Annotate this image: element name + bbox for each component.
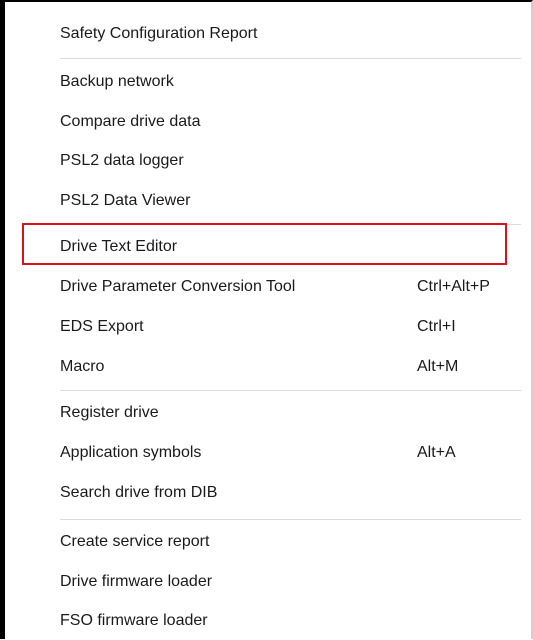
menu-item-macro[interactable]: Macro Alt+M — [5, 348, 531, 386]
menu-separator — [60, 519, 521, 520]
menu-item-drive-firmware-loader[interactable]: Drive firmware loader — [5, 563, 531, 601]
menu-item-drive-parameter-conversion-tool[interactable]: Drive Parameter Conversion Tool Ctrl+Alt… — [5, 268, 531, 306]
menu-item-label: Drive firmware loader — [60, 573, 213, 590]
menu-item-safety-configuration-report[interactable]: Safety Configuration Report — [5, 15, 531, 53]
menu-item-eds-export[interactable]: EDS Export Ctrl+I — [5, 308, 531, 346]
menu-item-label: FSO firmware loader — [60, 612, 208, 629]
menu-item-label: Search drive from DIB — [60, 484, 218, 501]
menu-item-shortcut: Ctrl+I — [417, 318, 456, 335]
menu-item-label: PSL2 Data Viewer — [60, 192, 191, 209]
menu-item-label: Macro — [60, 358, 105, 375]
menu-separator — [60, 58, 521, 59]
menu-item-register-drive[interactable]: Register drive — [5, 394, 531, 432]
menu-item-label: Create service report — [60, 533, 210, 550]
menu-item-compare-drive-data[interactable]: Compare drive data — [5, 103, 531, 141]
menu-item-fso-firmware-loader[interactable]: FSO firmware loader — [5, 602, 531, 640]
menu-item-search-drive-from-dib[interactable]: Search drive from DIB — [5, 474, 531, 512]
menu-item-shortcut: Alt+M — [417, 358, 459, 375]
menu-separator — [60, 390, 521, 391]
menu-item-label: EDS Export — [60, 318, 144, 335]
highlight-box — [22, 223, 507, 265]
menu-item-shortcut: Ctrl+Alt+P — [417, 278, 490, 295]
menu-item-label: PSL2 data logger — [60, 152, 184, 169]
menu-item-label: Safety Configuration Report — [60, 25, 258, 42]
menu-item-label: Backup network — [60, 73, 174, 90]
menu-item-create-service-report[interactable]: Create service report — [5, 523, 531, 561]
menu-item-application-symbols[interactable]: Application symbols Alt+A — [5, 434, 531, 472]
menu-item-backup-network[interactable]: Backup network — [5, 63, 531, 101]
menu-item-label: Register drive — [60, 404, 159, 421]
menu-item-label: Application symbols — [60, 444, 202, 461]
menu-item-psl2-data-logger[interactable]: PSL2 data logger — [5, 142, 531, 180]
context-menu-window: Safety Configuration Report Backup netwo… — [0, 0, 533, 639]
menu-item-psl2-data-viewer[interactable]: PSL2 Data Viewer — [5, 182, 531, 220]
menu-item-label: Drive Parameter Conversion Tool — [60, 278, 296, 295]
menu-item-shortcut: Alt+A — [417, 444, 456, 461]
menu-item-label: Compare drive data — [60, 113, 201, 130]
